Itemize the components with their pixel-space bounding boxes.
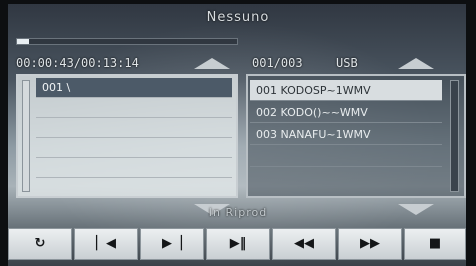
playback-status: In Riprod	[208, 206, 268, 219]
progress-bar[interactable]	[16, 38, 238, 45]
folder-row[interactable]	[36, 118, 232, 138]
folder-row[interactable]	[36, 176, 232, 196]
file-row[interactable]: 002 KODO()~~WMV	[250, 102, 442, 123]
file-row[interactable]	[250, 168, 442, 189]
file-scrollbar[interactable]	[450, 80, 459, 192]
play-pause-icon: ▶‖	[229, 236, 247, 251]
folder-row[interactable]	[36, 98, 232, 118]
folder-scrollbar[interactable]	[22, 80, 30, 192]
file-list: 001 KODOSP~1WMV 002 KODO()~~WMV 003 NANA…	[246, 74, 466, 198]
fast-forward-icon: ▶▶	[360, 236, 380, 251]
skip-previous-icon: ▏◀	[96, 236, 116, 251]
track-title: Nessuno	[206, 10, 270, 25]
skip-next-icon: ▶▕	[162, 236, 182, 251]
folder-scroll-up-icon[interactable]	[194, 58, 230, 69]
repeat-button[interactable]: ↻	[8, 228, 72, 260]
stop-icon: ■	[428, 236, 442, 251]
control-bar: ↻ ▏◀ ▶▕ ▶‖ ◀◀ ▶▶ ■	[8, 228, 466, 262]
file-scroll-up-icon[interactable]	[398, 58, 434, 69]
bezel-right	[466, 0, 476, 266]
folder-row[interactable]	[36, 138, 232, 158]
bezel-left	[0, 0, 8, 266]
next-button[interactable]: ▶▕	[140, 228, 204, 260]
play-pause-button[interactable]: ▶‖	[206, 228, 270, 260]
playback-time: 00:00:43/00:13:14	[16, 56, 139, 70]
bezel-top	[0, 0, 476, 4]
stop-button[interactable]: ■	[404, 228, 466, 260]
file-row[interactable]: 001 KODOSP~1WMV	[250, 80, 442, 101]
folder-row[interactable]	[36, 158, 232, 178]
repeat-icon: ↻	[34, 236, 46, 251]
media-player-screen: Nessuno 00:00:43/00:13:14 001/003 USB 00…	[0, 0, 476, 266]
progress-fill	[17, 39, 30, 44]
rewind-button[interactable]: ◀◀	[272, 228, 336, 260]
file-row[interactable]	[250, 146, 442, 167]
folder-row[interactable]: 001 \	[36, 78, 232, 98]
previous-button[interactable]: ▏◀	[74, 228, 138, 260]
rewind-icon: ◀◀	[294, 236, 314, 251]
folder-list: 001 \	[16, 74, 238, 198]
file-count: 001/003	[252, 56, 303, 70]
source-label: USB	[336, 56, 358, 70]
fast-forward-button[interactable]: ▶▶	[338, 228, 402, 260]
file-row[interactable]: 003 NANAFU~1WMV	[250, 124, 442, 145]
